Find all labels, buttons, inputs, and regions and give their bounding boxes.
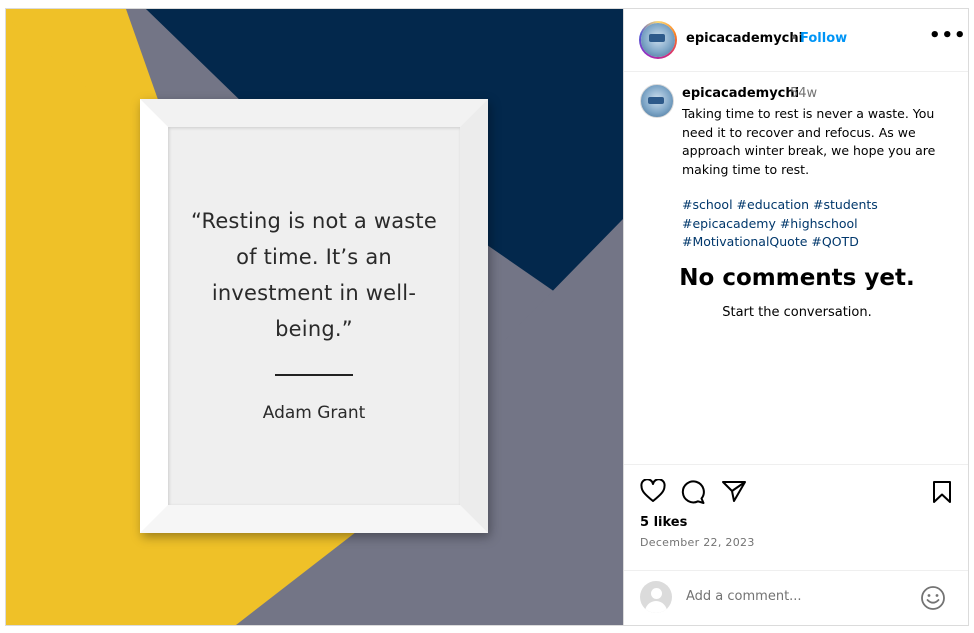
comment-composer [624,570,968,625]
hashtag-link[interactable]: #education [737,197,810,212]
caption-avatar[interactable] [640,84,674,118]
hashtag-link[interactable]: #highschool [780,216,858,231]
header-username[interactable]: epicacademychi [686,31,803,46]
separator-dot: • [790,31,798,46]
avatar [641,23,675,57]
caption-age[interactable]: 54w [790,86,817,101]
hashtag-link[interactable]: #QOTD [811,234,858,249]
no-comments-subtitle: Start the conversation. [722,305,872,320]
bookmark-icon[interactable] [932,480,952,508]
caption-text: Taking time to rest is never a waste. Yo… [682,106,936,177]
quote-paper: “Resting is not a waste of time. It’s an… [168,127,460,505]
heart-icon[interactable] [640,478,666,507]
more-options-icon[interactable]: ••• [929,25,967,46]
comment-icon[interactable] [680,479,706,509]
caption-username[interactable]: epicacademychi [682,86,799,101]
quote-author: Adam Grant [262,403,366,423]
emoji-icon[interactable] [920,585,946,615]
current-user-avatar [640,581,672,613]
post-date: December 22, 2023 [640,536,755,549]
post-dialog: “Resting is not a waste of time. It’s an… [5,8,969,626]
quote-divider [275,374,353,376]
hashtag-link[interactable]: #students [813,197,878,212]
share-icon[interactable] [721,479,747,507]
post-image[interactable]: “Resting is not a waste of time. It’s an… [6,9,623,625]
post-sidebar: epicacademychi • Follow ••• epicacademyc… [623,9,968,625]
no-comments-title: No comments yet. [679,265,915,291]
quote-text: “Resting is not a waste of time. It’s an… [191,209,437,341]
hashtag-link[interactable]: #school [682,197,733,212]
framed-quote: “Resting is not a waste of time. It’s an… [140,99,488,533]
follow-button[interactable]: Follow [800,31,847,46]
comment-input[interactable] [686,589,906,604]
story-ring[interactable] [639,21,677,59]
hashtag-list: #school #education #students #epicacadem… [682,196,952,252]
likes-count[interactable]: 5 likes [640,515,687,530]
hashtag-link[interactable]: #epicacademy [682,216,776,231]
post-header: epicacademychi • Follow ••• [624,9,968,72]
hashtag-link[interactable]: #MotivationalQuote [682,234,807,249]
action-bar: 5 likes December 22, 2023 [624,464,968,625]
